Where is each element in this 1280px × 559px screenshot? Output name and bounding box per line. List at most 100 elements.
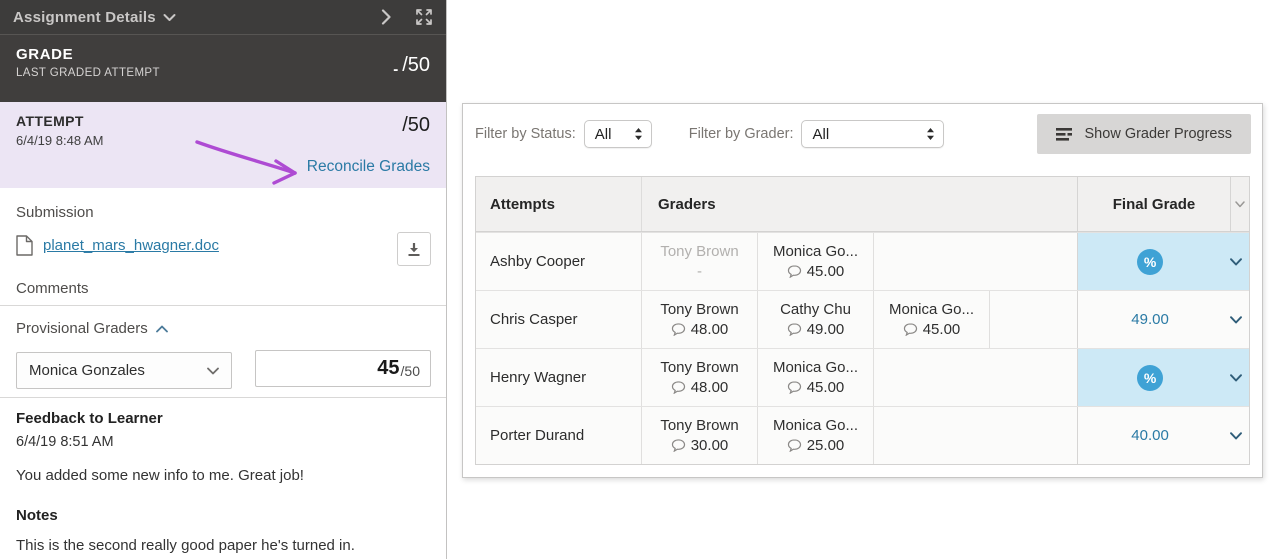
grader-progress-icon [1056, 128, 1073, 141]
filter-bar: Filter by Status: All Filter by Grader: … [475, 120, 944, 148]
grade-score: - /50 [393, 54, 430, 102]
comment-bubble-icon [787, 265, 802, 278]
attempt-section: ATTEMPT 6/4/19 8:48 AM /50 Reconcile Gra… [0, 102, 446, 188]
grader-score: - [697, 263, 702, 280]
panel-title[interactable]: Assignment Details [13, 9, 156, 26]
comment-bubble-icon [787, 323, 802, 336]
grader-name: Tony Brown [660, 301, 738, 318]
final-grade-value[interactable]: 49.00 [1131, 311, 1169, 328]
grader-score: 45.00 [923, 321, 961, 338]
final-grade-cell [1077, 233, 1249, 290]
chevron-down-icon[interactable] [163, 13, 176, 22]
grader-select-value: Monica Gonzales [29, 362, 145, 379]
grader-cell: Tony Brown 48.00 [642, 291, 758, 348]
show-grader-progress-button[interactable]: Show Grader Progress [1037, 114, 1251, 154]
percent-reconcile-icon[interactable] [1137, 249, 1163, 275]
provisional-graders-section: Provisional Graders Monica Gonzales 45 /… [0, 305, 446, 397]
provisional-graders-label: Provisional Graders [16, 320, 148, 337]
grader-cell: Tony Brown 30.00 [642, 407, 758, 464]
final-grade-cell [1077, 349, 1249, 406]
row-expand-chevron-icon[interactable] [1222, 432, 1249, 440]
grade-label: GRADE [16, 46, 160, 63]
graders-column-header: Graders [642, 177, 1077, 231]
reconcile-grades-link[interactable]: Reconcile Grades [307, 158, 430, 176]
final-grade-value[interactable]: 40.00 [1131, 427, 1169, 444]
table-row: Chris Casper Tony Brown 48.00 Cathy Chu … [476, 290, 1249, 348]
chevron-down-icon [207, 367, 219, 375]
grader-cell: Monica Go... 25.00 [758, 407, 874, 464]
download-icon [406, 242, 422, 257]
provisional-score-field[interactable]: 45 /50 [255, 350, 431, 387]
student-name[interactable]: Henry Wagner [476, 349, 642, 406]
grade-denominator: /50 [402, 54, 430, 77]
download-button[interactable] [397, 232, 431, 266]
grader-name: Tony Brown [660, 417, 738, 434]
row-expand-chevron-icon[interactable] [1222, 258, 1249, 266]
submission-file-link[interactable]: planet_mars_hwagner.doc [43, 237, 219, 254]
grader-name: Monica Go... [773, 359, 858, 376]
final-grade-cell: 49.00 [1077, 291, 1249, 348]
grader-cell: Cathy Chu 49.00 [758, 291, 874, 348]
grader-cell: Monica Go... 45.00 [874, 291, 990, 348]
feedback-label: Feedback to Learner [16, 410, 430, 427]
grade-sublabel: LAST GRADED ATTEMPT [16, 67, 160, 79]
feedback-text: You added some new info to me. Great job… [16, 467, 430, 484]
grader-name: Monica Go... [773, 417, 858, 434]
grader-select[interactable]: Monica Gonzales [16, 352, 232, 389]
filter-status-label: Filter by Status: [475, 126, 576, 142]
chevron-up-icon[interactable] [156, 325, 168, 333]
feedback-section: Feedback to Learner 6/4/19 8:51 AM You a… [0, 397, 446, 554]
student-name[interactable]: Ashby Cooper [476, 233, 642, 290]
attempts-column-header: Attempts [476, 177, 642, 231]
filter-grader-select[interactable]: All [801, 120, 944, 148]
comment-bubble-icon [787, 439, 802, 452]
comment-bubble-icon [671, 439, 686, 452]
notes-label: Notes [16, 507, 430, 524]
comment-bubble-icon [671, 323, 686, 336]
grading-panel: Filter by Status: All Filter by Grader: … [462, 103, 1263, 478]
filter-status-value: All [595, 126, 612, 143]
grader-score: 48.00 [691, 321, 729, 338]
feedback-date: 6/4/19 8:51 AM [16, 434, 430, 450]
row-expand-chevron-icon[interactable] [1222, 374, 1249, 382]
table-header-row: Attempts Graders Final Grade [476, 177, 1249, 232]
submission-label: Submission [16, 204, 430, 221]
notes-text: This is the second really good paper he'… [16, 537, 430, 554]
provisional-score: 45 [377, 357, 399, 380]
document-icon [16, 235, 33, 256]
attempt-date: 6/4/19 8:48 AM [16, 133, 430, 148]
collapse-panel-icon[interactable] [381, 9, 391, 25]
student-name[interactable]: Porter Durand [476, 407, 642, 464]
final-grade-cell: 40.00 [1077, 407, 1249, 464]
panel-header: Assignment Details [0, 0, 446, 35]
attempt-denominator: /50 [402, 114, 430, 137]
filter-status-select[interactable]: All [584, 120, 652, 148]
grader-score: 25.00 [807, 437, 845, 454]
grader-name: Cathy Chu [780, 301, 851, 318]
final-grade-column-header: Final Grade [1077, 177, 1230, 231]
table-row: Porter Durand Tony Brown 30.00 Monica Go… [476, 406, 1249, 464]
grader-name: Monica Go... [773, 243, 858, 260]
percent-reconcile-icon[interactable] [1137, 365, 1163, 391]
grader-cell: Monica Go... 45.00 [758, 233, 874, 290]
expand-fullscreen-icon[interactable] [415, 8, 433, 26]
grader-score: 45.00 [807, 263, 845, 280]
column-options-chevron-icon[interactable] [1230, 177, 1249, 231]
comments-label: Comments [16, 280, 430, 297]
grader-cell: Tony Brown 48.00 [642, 349, 758, 406]
attempt-label: ATTEMPT [16, 113, 430, 129]
student-name[interactable]: Chris Casper [476, 291, 642, 348]
row-expand-chevron-icon[interactable] [1222, 316, 1249, 324]
grader-name: Monica Go... [889, 301, 974, 318]
grader-score: 48.00 [691, 379, 729, 396]
grade-section: GRADE LAST GRADED ATTEMPT - /50 [0, 35, 446, 102]
comment-bubble-icon [671, 381, 686, 394]
assignment-details-panel: Assignment Details [0, 0, 447, 559]
filter-grader-label: Filter by Grader: [689, 126, 794, 142]
grader-score: 45.00 [807, 379, 845, 396]
grade-placeholder: - [393, 61, 398, 78]
select-stepper-icon [634, 127, 643, 141]
provisional-denominator: /50 [401, 363, 420, 379]
submission-section: Submission planet_mars_hwagner.doc Comme… [0, 188, 446, 305]
table-row: Ashby Cooper Tony Brown - Monica Go... 4… [476, 232, 1249, 290]
